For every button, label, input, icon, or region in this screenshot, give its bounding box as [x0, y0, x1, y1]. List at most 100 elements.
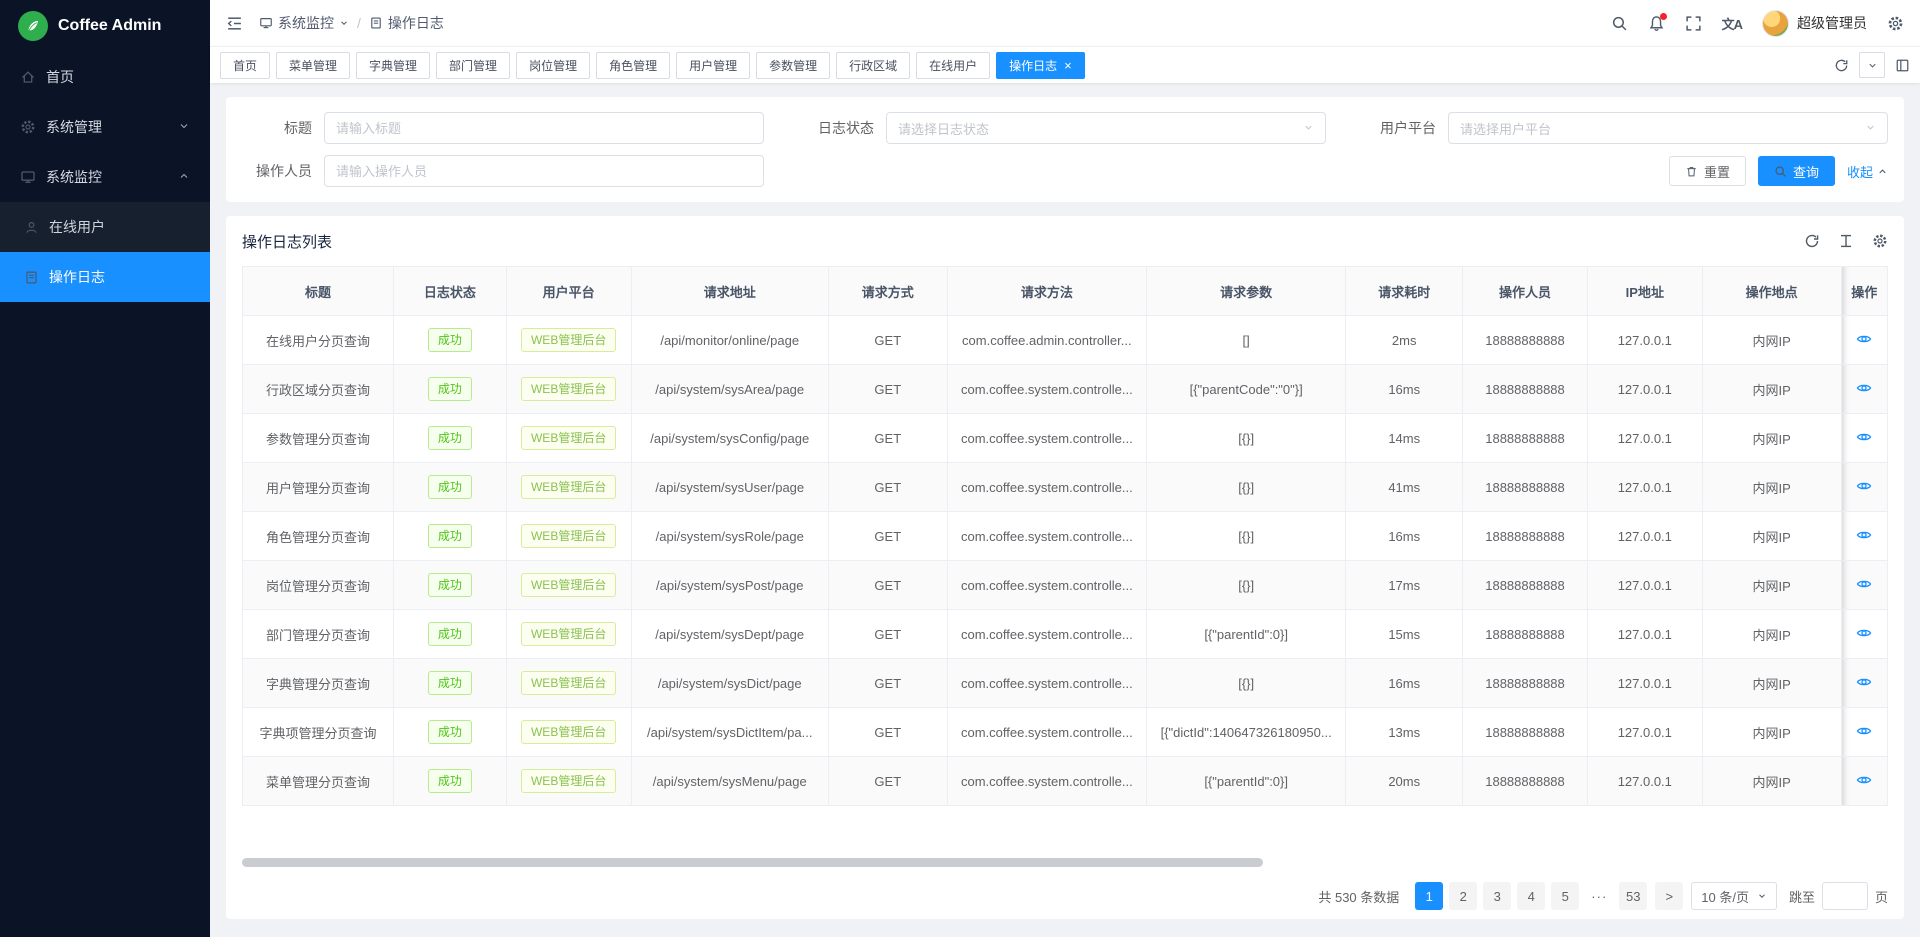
chevron-down-icon: [1865, 120, 1876, 136]
status-badge: 成功: [428, 671, 472, 695]
refresh-icon[interactable]: [1804, 233, 1820, 249]
tab-item-2[interactable]: 字典管理: [356, 52, 430, 79]
page-button-3[interactable]: 3: [1483, 882, 1511, 910]
platform-badge: WEB管理后台: [521, 671, 616, 695]
sidebar: Coffee Admin 首页 系统管理 系统监控 在线用户: [0, 0, 210, 937]
refresh-icon[interactable]: [1834, 58, 1849, 73]
view-detail-eye-icon[interactable]: [1856, 331, 1872, 347]
table-row: 字典管理分页查询成功WEB管理后台/api/system/sysDict/pag…: [243, 659, 1888, 708]
status-badge: 成功: [428, 573, 472, 597]
search-icon[interactable]: [1611, 15, 1628, 32]
cell-action: [1841, 561, 1887, 610]
tab-item-0[interactable]: 首页: [220, 52, 270, 79]
table-row: 菜单管理分页查询成功WEB管理后台/api/system/sysMenu/pag…: [243, 757, 1888, 806]
tab-item-7[interactable]: 参数管理: [756, 52, 830, 79]
user-menu[interactable]: 超级管理员: [1762, 10, 1867, 37]
tab-item-9[interactable]: 在线用户: [916, 52, 990, 79]
cell-platform: WEB管理后台: [506, 414, 631, 463]
page-button-5[interactable]: 5: [1551, 882, 1579, 910]
next-page-button[interactable]: >: [1655, 882, 1683, 910]
collapse-filter-link[interactable]: 收起: [1847, 162, 1888, 181]
tab-item-3[interactable]: 部门管理: [436, 52, 510, 79]
cell-func: com.coffee.system.controlle...: [947, 365, 1146, 414]
view-detail-eye-icon[interactable]: [1856, 429, 1872, 445]
jump-prefix-label: 跳至: [1789, 887, 1815, 906]
gear-icon[interactable]: [1887, 15, 1904, 32]
cell-ip: 127.0.0.1: [1587, 610, 1702, 659]
page-size-select[interactable]: 10 条/页: [1691, 882, 1777, 910]
layout-icon[interactable]: [1895, 58, 1910, 73]
column-header: 操作人员: [1463, 267, 1588, 316]
status-badge: 成功: [428, 426, 472, 450]
sidebar-submenu: 在线用户 操作日志: [0, 202, 210, 302]
view-detail-eye-icon[interactable]: [1856, 576, 1872, 592]
tab-bar: 首页 菜单管理 字典管理部门管理岗位管理 角色管理 用户管理 参数管理 行政区域 在线用户操作…: [210, 46, 1920, 83]
page-ellipsis[interactable]: ···: [1585, 882, 1613, 910]
operator-input[interactable]: [324, 155, 764, 187]
fold-sidebar-icon[interactable]: [226, 15, 243, 32]
user-platform-select[interactable]: 请选择用户平台: [1448, 112, 1888, 144]
tab-item-4[interactable]: 岗位管理: [516, 52, 590, 79]
view-detail-eye-icon[interactable]: [1856, 380, 1872, 396]
scrollbar-thumb[interactable]: [242, 858, 1263, 867]
gear-icon[interactable]: [1872, 233, 1888, 249]
breadcrumb-item-system-monitor[interactable]: 系统监控: [259, 13, 349, 33]
cell-method: GET: [828, 757, 947, 806]
view-detail-eye-icon[interactable]: [1856, 478, 1872, 494]
status-badge: 成功: [428, 720, 472, 744]
column-header: 操作: [1841, 267, 1887, 316]
bell-icon[interactable]: [1648, 15, 1665, 32]
title-input[interactable]: [324, 112, 764, 144]
tab-item-10[interactable]: 操作日志×: [996, 52, 1085, 79]
view-detail-eye-icon[interactable]: [1856, 772, 1872, 788]
view-detail-eye-icon[interactable]: [1856, 723, 1872, 739]
tab-item-6[interactable]: 用户管理: [676, 52, 750, 79]
tab-item-5[interactable]: 角色管理: [596, 52, 670, 79]
tab-item-8[interactable]: 行政区域: [836, 52, 910, 79]
search-button[interactable]: 查询: [1758, 156, 1835, 186]
filter-title-label: 标题: [242, 118, 312, 138]
page-button-1[interactable]: 1: [1415, 882, 1443, 910]
sidebar-item-label: 系统管理: [46, 117, 102, 137]
cell-action: [1841, 414, 1887, 463]
log-table: 标题日志状态用户平台请求地址请求方式请求方法请求参数请求耗时操作人员IP地址操作…: [242, 266, 1888, 832]
log-status-select[interactable]: 请选择日志状态: [886, 112, 1326, 144]
view-detail-eye-icon[interactable]: [1856, 674, 1872, 690]
horizontal-scrollbar: [242, 858, 1888, 867]
cell-status: 成功: [394, 316, 507, 365]
translate-icon[interactable]: 文A: [1722, 14, 1742, 33]
fullscreen-icon[interactable]: [1685, 15, 1702, 32]
tab-item-1[interactable]: 菜单管理: [276, 52, 350, 79]
cell-operator: 18888888888: [1463, 757, 1588, 806]
filter-status-label: 日志状态: [804, 118, 874, 138]
sidebar-item-online-users[interactable]: 在线用户: [0, 202, 210, 252]
chevron-down-icon[interactable]: [1859, 52, 1885, 78]
cell-method: GET: [828, 512, 947, 561]
sidebar-item-operation-log[interactable]: 操作日志: [0, 252, 210, 302]
cell-location: 内网IP: [1702, 463, 1841, 512]
tab-label: 行政区域: [849, 57, 897, 74]
breadcrumb-item-operation-log[interactable]: 操作日志: [369, 13, 444, 33]
trash-icon: [1685, 165, 1698, 178]
tab-label: 菜单管理: [289, 57, 337, 74]
tab-label: 用户管理: [689, 57, 737, 74]
column-header: IP地址: [1587, 267, 1702, 316]
cell-status: 成功: [394, 463, 507, 512]
sidebar-item-system-monitor[interactable]: 系统监控: [0, 152, 210, 202]
view-detail-eye-icon[interactable]: [1856, 527, 1872, 543]
view-detail-eye-icon[interactable]: [1856, 625, 1872, 641]
sidebar-item-home[interactable]: 首页: [0, 52, 210, 102]
platform-badge: WEB管理后台: [521, 573, 616, 597]
page-jump: 跳至 页: [1789, 882, 1888, 910]
reset-button[interactable]: 重置: [1669, 156, 1746, 186]
page-button-2[interactable]: 2: [1449, 882, 1477, 910]
page-button-53[interactable]: 53: [1619, 882, 1647, 910]
table-header-row: 标题日志状态用户平台请求地址请求方式请求方法请求参数请求耗时操作人员IP地址操作…: [243, 267, 1888, 316]
cell-operator: 18888888888: [1463, 316, 1588, 365]
jump-page-input[interactable]: [1822, 882, 1868, 910]
page-button-4[interactable]: 4: [1517, 882, 1545, 910]
close-icon[interactable]: ×: [1064, 59, 1072, 72]
tab-label: 角色管理: [609, 57, 657, 74]
density-icon[interactable]: [1838, 233, 1854, 249]
sidebar-item-system-management[interactable]: 系统管理: [0, 102, 210, 152]
